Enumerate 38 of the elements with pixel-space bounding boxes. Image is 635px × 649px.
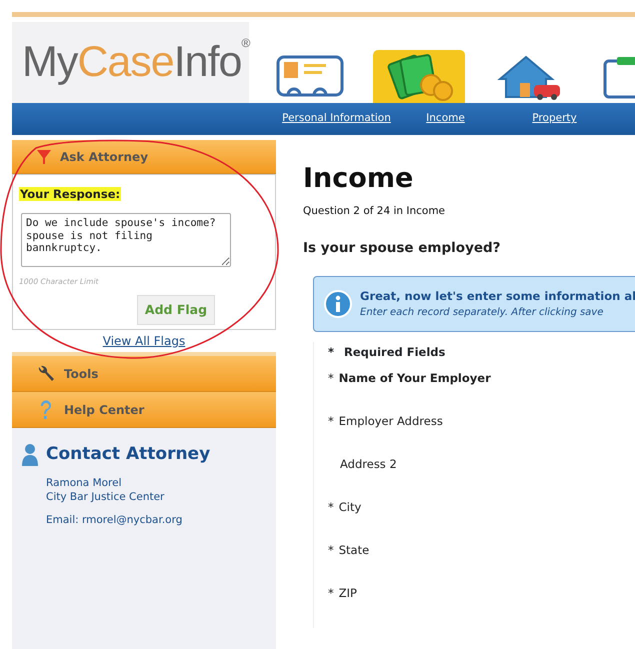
menu-label: Help Center bbox=[64, 402, 144, 418]
wrench-icon bbox=[36, 364, 56, 384]
asterisk-label: * bbox=[328, 542, 334, 559]
field-label: Address 2 bbox=[339, 456, 397, 473]
info-icon bbox=[324, 290, 352, 318]
info-note: Enter each record separately. After clicking save bbox=[360, 306, 604, 320]
selected-tab-background[interactable] bbox=[372, 50, 465, 103]
sidebar-menu-item[interactable]: Help Center bbox=[12, 392, 276, 428]
field-label: State bbox=[338, 542, 370, 559]
required-fields-note: Required Fields bbox=[344, 344, 446, 361]
attorney-name: Ramona Morel bbox=[46, 476, 123, 490]
page-title: Income bbox=[303, 165, 414, 192]
attorney-email: Email: rmorel@nycbar.org bbox=[46, 512, 184, 528]
tab-link[interactable]: Personal Information bbox=[282, 103, 391, 135]
contact-title: Contact Attorney bbox=[46, 443, 210, 466]
menu-label: Tools bbox=[64, 366, 98, 382]
asterisk-label: * bbox=[328, 585, 334, 602]
sidebar-header[interactable]: Ask Attorney bbox=[12, 140, 276, 174]
attorney-organization: City Bar Justice Center bbox=[46, 490, 166, 505]
field-label: ZIP bbox=[338, 585, 357, 602]
asterisk-label: * bbox=[328, 370, 334, 387]
field-label: Employer Address bbox=[338, 413, 443, 430]
question-text: Is your spouse employed? bbox=[303, 238, 502, 258]
asterisk-label: * bbox=[328, 344, 334, 361]
logo: MyCaseInfo$^{®}$ bbox=[22, 41, 250, 84]
response-label: Your Response: bbox=[19, 187, 122, 201]
asterisk-label: * bbox=[328, 413, 334, 430]
sidebar-menu-item[interactable]: Tools bbox=[12, 356, 276, 392]
add-flag-button[interactable]: Add Flag bbox=[137, 295, 215, 325]
asterisk-label: * bbox=[328, 499, 334, 516]
field-label: Name of Your Employer bbox=[338, 370, 491, 387]
tab-link[interactable]: Income bbox=[391, 103, 500, 135]
response-field[interactable]: Do we include spouse's income? spouse is not filing bannkruptcy. bbox=[21, 213, 231, 267]
menu-label: Ask Attorney bbox=[60, 148, 148, 166]
info-headline: Great, now let's enter some information al bbox=[360, 288, 635, 305]
tab-link[interactable]: Property bbox=[500, 103, 609, 135]
person-icon bbox=[22, 444, 38, 466]
field-label: City bbox=[338, 499, 362, 516]
